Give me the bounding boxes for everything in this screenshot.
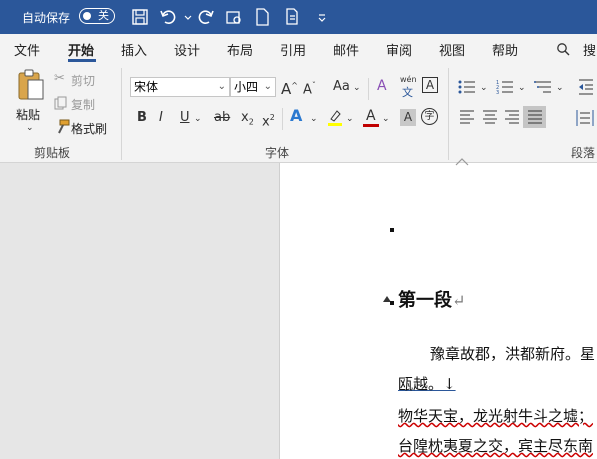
justify-button[interactable] bbox=[523, 106, 546, 128]
chevron-down-icon[interactable]: ⌄ bbox=[346, 111, 354, 127]
multilevel-list-icon[interactable] bbox=[534, 79, 552, 95]
body-line-1[interactable]: 豫章故郡，洪都新府。星 bbox=[430, 343, 595, 364]
paragraph-group-label: 段落 bbox=[571, 146, 596, 160]
grow-font-icon[interactable]: A^ bbox=[281, 78, 298, 97]
body-line-2[interactable]: 瓯越。↓ bbox=[398, 373, 456, 394]
ribbon: 粘贴 ⌄ ✂ 剪切 复制 格式刷 剪贴板 宋体 ⌄ 小四 ⌄ A^ Aˇ Aa … bbox=[0, 62, 597, 221]
align-center-icon[interactable] bbox=[482, 110, 498, 124]
search-icon[interactable] bbox=[556, 42, 570, 56]
undo-icon[interactable] bbox=[158, 7, 178, 27]
shrink-font-icon[interactable]: Aˇ bbox=[303, 78, 316, 98]
phonetic-guide-icon[interactable]: 文 bbox=[402, 85, 413, 101]
clipboard-group-label: 剪贴板 bbox=[34, 146, 71, 160]
heading-text: 第一段 bbox=[398, 290, 452, 311]
customize-toolbar-icon[interactable] bbox=[312, 7, 326, 27]
subscript-icon[interactable]: x2 bbox=[241, 110, 254, 131]
distributed-icon[interactable] bbox=[576, 109, 594, 127]
redo-icon[interactable] bbox=[196, 7, 216, 27]
format-painter-button[interactable]: 格式刷 bbox=[71, 120, 107, 137]
tab-mailings[interactable]: 邮件 bbox=[333, 40, 359, 59]
strikethrough-icon[interactable]: ab bbox=[214, 110, 230, 126]
tab-home[interactable]: 开始 bbox=[68, 40, 94, 59]
numbering-icon[interactable]: 123 bbox=[496, 79, 514, 95]
chevron-down-icon[interactable]: ⌄ bbox=[480, 80, 488, 96]
tab-view[interactable]: 视图 bbox=[439, 40, 465, 59]
font-size-combo[interactable]: 小四 ⌄ bbox=[230, 77, 276, 97]
tab-search[interactable]: 搜 bbox=[583, 40, 596, 59]
collapse-ribbon-icon[interactable] bbox=[455, 158, 469, 166]
svg-text:3: 3 bbox=[496, 90, 499, 95]
phonetic-guide-top: wén bbox=[400, 75, 417, 84]
character-border-icon[interactable]: A bbox=[422, 77, 438, 93]
superscript-icon[interactable]: x2 bbox=[262, 110, 275, 130]
heading-1[interactable]: 第一段↵ bbox=[398, 286, 465, 312]
change-case-icon[interactable]: Aa bbox=[333, 79, 350, 95]
ribbon-tabs: 文件 开始 插入 设计 布局 引用 邮件 审阅 视图 帮助 搜 bbox=[0, 34, 597, 62]
chevron-down-icon[interactable]: ⌄ bbox=[382, 111, 390, 127]
chevron-down-icon: ⌄ bbox=[217, 81, 226, 92]
print-preview-icon[interactable] bbox=[282, 7, 302, 27]
font-color-icon[interactable]: A bbox=[363, 108, 379, 128]
divider bbox=[282, 108, 283, 130]
group-divider bbox=[121, 68, 122, 160]
group-divider bbox=[448, 68, 449, 160]
chevron-down-icon[interactable]: ⌄ bbox=[353, 80, 361, 96]
autosave-state: 关 bbox=[98, 9, 109, 22]
paragraph-mark-bullet bbox=[390, 228, 394, 232]
tab-help[interactable]: 帮助 bbox=[492, 40, 518, 59]
body-line-2-text: 瓯越。↓ bbox=[398, 375, 456, 393]
scissors-icon: ✂ bbox=[54, 71, 65, 86]
new-document-icon[interactable] bbox=[252, 7, 272, 27]
align-left-icon[interactable] bbox=[459, 110, 475, 124]
undo-dropdown-icon[interactable] bbox=[178, 7, 192, 27]
tab-review[interactable]: 审阅 bbox=[386, 40, 412, 59]
paste-icon[interactable] bbox=[16, 68, 46, 102]
paste-dropdown-icon[interactable]: ⌄ bbox=[26, 120, 34, 136]
chevron-down-icon[interactable]: ⌄ bbox=[556, 80, 564, 96]
font-size-value: 小四 bbox=[234, 80, 259, 94]
heading-bullet bbox=[390, 301, 394, 305]
font-name-value: 宋体 bbox=[134, 80, 159, 94]
toggle-knob bbox=[83, 12, 91, 20]
chevron-down-icon[interactable]: ⌄ bbox=[194, 111, 202, 127]
justify-icon bbox=[528, 110, 542, 124]
copy-icon bbox=[54, 96, 67, 110]
divider bbox=[368, 78, 369, 100]
title-bar: 自动保存 关 bbox=[0, 0, 597, 34]
font-group-label: 字体 bbox=[265, 146, 290, 160]
tab-references[interactable]: 引用 bbox=[280, 40, 306, 59]
align-right-icon[interactable] bbox=[504, 110, 520, 124]
highlight-icon[interactable] bbox=[326, 109, 344, 127]
underline-icon[interactable]: U bbox=[180, 110, 190, 126]
clear-formatting-icon[interactable]: A bbox=[377, 78, 387, 94]
save-icon[interactable] bbox=[130, 7, 150, 27]
paragraph-mark-icon: ↵ bbox=[452, 291, 466, 310]
bold-icon[interactable]: B bbox=[137, 110, 147, 126]
body-line-3[interactable]: 物华天宝，龙光射牛斗之墟； bbox=[398, 405, 593, 426]
bullets-icon[interactable] bbox=[458, 79, 476, 95]
enclose-characters-icon[interactable]: 字 bbox=[421, 108, 438, 125]
autosave-toggle[interactable]: 关 bbox=[79, 8, 115, 24]
chevron-down-icon[interactable]: ⌄ bbox=[310, 111, 318, 127]
body-line-4-text: 台隍枕夷夏之交，宾主尽东南 bbox=[398, 437, 594, 455]
decrease-indent-icon[interactable] bbox=[578, 78, 594, 96]
tab-layout[interactable]: 布局 bbox=[227, 40, 253, 59]
body-line-3-text: 物华天宝，龙光射牛斗之墟； bbox=[398, 407, 594, 425]
italic-icon[interactable]: I bbox=[159, 110, 163, 126]
touch-mode-icon[interactable] bbox=[224, 7, 244, 27]
tab-design[interactable]: 设计 bbox=[174, 40, 200, 59]
tab-file[interactable]: 文件 bbox=[14, 40, 40, 59]
character-shading-icon[interactable]: A bbox=[400, 109, 416, 126]
tab-insert[interactable]: 插入 bbox=[121, 40, 147, 59]
chevron-down-icon: ⌄ bbox=[263, 81, 272, 92]
chevron-down-icon[interactable]: ⌄ bbox=[518, 80, 526, 96]
cut-button[interactable]: 剪切 bbox=[71, 72, 95, 89]
body-line-4[interactable]: 台隍枕夷夏之交，宾主尽东南 bbox=[398, 435, 593, 456]
autosave-label: 自动保存 bbox=[22, 11, 71, 25]
copy-button[interactable]: 复制 bbox=[71, 96, 95, 113]
font-name-combo[interactable]: 宋体 ⌄ bbox=[130, 77, 230, 97]
text-effects-icon[interactable]: A bbox=[290, 108, 302, 124]
format-painter-icon bbox=[58, 119, 70, 134]
